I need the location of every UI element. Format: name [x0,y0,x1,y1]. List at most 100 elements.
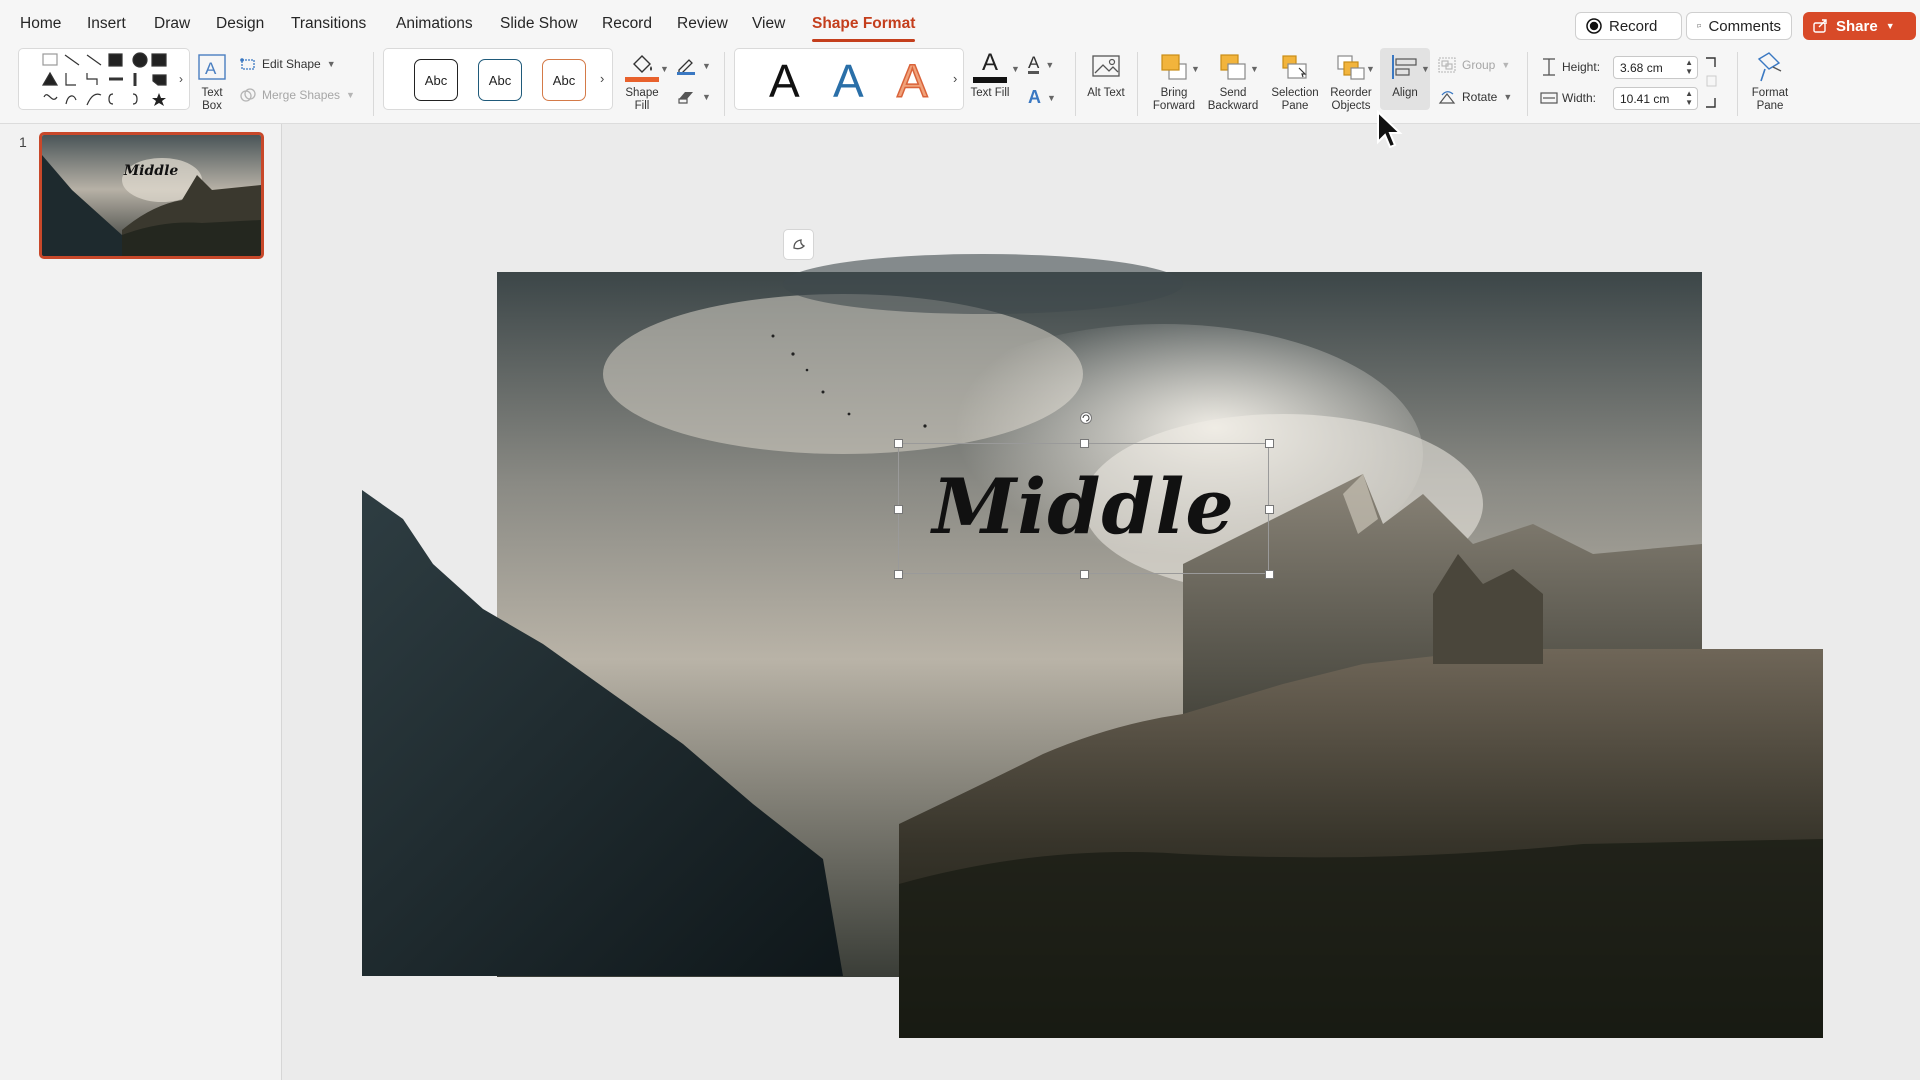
chevron-down-icon[interactable]: ▼ [1250,64,1259,74]
share-button[interactable]: Share ▼ [1803,12,1916,40]
text-effects-icon: A [1028,87,1041,107]
thumbnail-title: Middle [123,163,179,179]
send-backward-button[interactable]: Send Backward [1206,50,1260,112]
resize-handle-bottom[interactable] [1080,570,1089,579]
title-text-box[interactable]: Middle [894,439,1274,579]
slide-thumbnail[interactable]: Middle [39,132,264,259]
slide-canvas[interactable]: Middle [283,124,1920,1080]
send-backward-label: Send Backward [1207,87,1259,112]
comments-button-label: Comments [1708,17,1781,35]
record-icon [1586,18,1602,34]
selection-pane-label: Selection Pane [1271,87,1319,112]
slide-thumbnail-image: Middle [42,135,261,256]
chevron-down-icon: ▼ [1501,60,1511,70]
wordart-style-orange-outline[interactable]: A [896,56,928,106]
rotate-handle-icon[interactable] [1079,411,1093,425]
designer-icon[interactable] [783,229,814,260]
mouse-cursor-icon [1377,110,1403,149]
text-box-button[interactable]: A Text Box [195,50,229,112]
chevron-down-icon[interactable]: ▼ [1366,64,1375,74]
shapes-gallery[interactable]: › [18,48,190,110]
text-fill-button[interactable]: A Text Fill [968,50,1012,100]
shape-style-blue[interactable]: Abc [478,59,522,101]
tab-animations[interactable]: Animations [396,15,473,33]
tab-review[interactable]: Review [677,15,728,33]
svg-text:A: A [205,59,217,78]
tab-view[interactable]: View [752,15,785,33]
width-input[interactable]: 10.41 cm ▲ ▼ [1613,87,1698,110]
width-label: Width: [1562,91,1597,105]
wordart-style-blue[interactable]: A [833,57,864,105]
record-button[interactable]: Record [1575,12,1682,40]
slide-title-text[interactable]: Middle [899,462,1268,551]
tab-transitions[interactable]: Transitions [291,15,366,33]
tab-draw[interactable]: Draw [154,15,190,33]
lock-aspect-ratio-icon[interactable] [1704,56,1718,110]
bring-forward-button[interactable]: Bring Forward [1148,50,1200,112]
shape-outline-button[interactable]: ▼ [676,57,711,75]
chevron-down-icon: ▼ [1047,92,1056,103]
stepper-icon[interactable]: ▲ ▼ [1685,89,1693,107]
text-effects-button[interactable]: A ▼ [1028,87,1056,108]
chevron-down-icon: ▼ [1885,21,1895,31]
tab-slide-show[interactable]: Slide Show [500,15,578,33]
chevron-down-icon[interactable]: ▼ [1011,64,1020,74]
tab-insert[interactable]: Insert [87,15,126,33]
shape-style-orange[interactable]: Abc [542,59,586,101]
reorder-objects-icon [1337,55,1365,80]
tab-home[interactable]: Home [20,15,61,33]
text-outline-button[interactable]: A ▼ [1028,54,1054,74]
wordart-style-black[interactable]: A [769,57,800,105]
chevron-down-icon: ▼ [702,92,711,102]
shape-effects-button[interactable]: ▼ [676,89,711,105]
group-button[interactable]: Group ▼ [1438,57,1510,73]
height-label: Height: [1562,60,1601,74]
chevron-down-icon[interactable]: ▼ [1421,64,1430,74]
comments-button[interactable]: Comments [1686,12,1792,40]
rotate-button[interactable]: Rotate ▼ [1438,89,1512,105]
gallery-more-icon[interactable]: › [953,71,957,86]
resize-handle-top[interactable] [1080,439,1089,448]
tab-shape-format[interactable]: Shape Format [812,15,916,42]
gallery-more-icon[interactable]: › [600,71,604,86]
selection-pane-button[interactable]: Selection Pane [1268,50,1322,112]
tab-design[interactable]: Design [216,15,264,33]
format-pane-label: Format Pane [1751,87,1789,112]
shape-styles-gallery[interactable]: Abc Abc Abc › [383,48,613,110]
text-fill-label: Text Fill [970,87,1010,99]
shape-style-dark[interactable]: Abc [414,59,458,101]
merge-shapes-button[interactable]: Merge Shapes ▼ [240,88,355,102]
chevron-down-icon[interactable]: ▼ [660,64,669,74]
bring-forward-label: Bring Forward [1152,87,1196,112]
chevron-down-icon[interactable]: ▼ [1191,64,1200,74]
slide-artwork [362,254,1823,1038]
resize-handle-bottom-left[interactable] [894,570,903,579]
reorder-objects-label: Reorder Objects [1330,87,1372,112]
edit-shape-button[interactable]: Edit Shape ▼ [240,57,336,71]
group-label: Group [1462,58,1496,72]
resize-handle-bottom-right[interactable] [1265,570,1274,579]
stepper-icon[interactable]: ▲ ▼ [1685,58,1693,76]
edit-shape-label: Edit Shape [262,57,321,71]
selection-pane-icon [1282,55,1307,79]
resize-handle-left[interactable] [894,505,903,514]
height-value: 3.68 cm [1620,60,1663,75]
height-input[interactable]: 3.68 cm ▲ ▼ [1613,56,1698,79]
pen-outline-icon [677,59,695,75]
resize-handle-top-left[interactable] [894,439,903,448]
shape-fill-button[interactable]: Shape Fill [620,50,664,112]
resize-handle-right[interactable] [1265,505,1274,514]
tab-record[interactable]: Record [602,15,652,33]
svg-text:›: › [179,72,183,86]
reorder-objects-button[interactable]: Reorder Objects [1326,50,1376,112]
format-pane-button[interactable]: Format Pane [1748,50,1792,112]
shape-fill-color-bar [625,77,659,82]
shape-fill-label: Shape Fill [625,87,659,112]
resize-handle-top-right[interactable] [1265,439,1274,448]
paint-bucket-icon [633,55,652,73]
align-button[interactable]: Align [1380,48,1430,110]
wordart-styles-gallery[interactable]: A A A › [734,48,964,110]
width-icon [1540,92,1558,104]
format-pane-icon [1757,52,1782,82]
alt-text-button[interactable]: Alt Text [1084,50,1128,100]
